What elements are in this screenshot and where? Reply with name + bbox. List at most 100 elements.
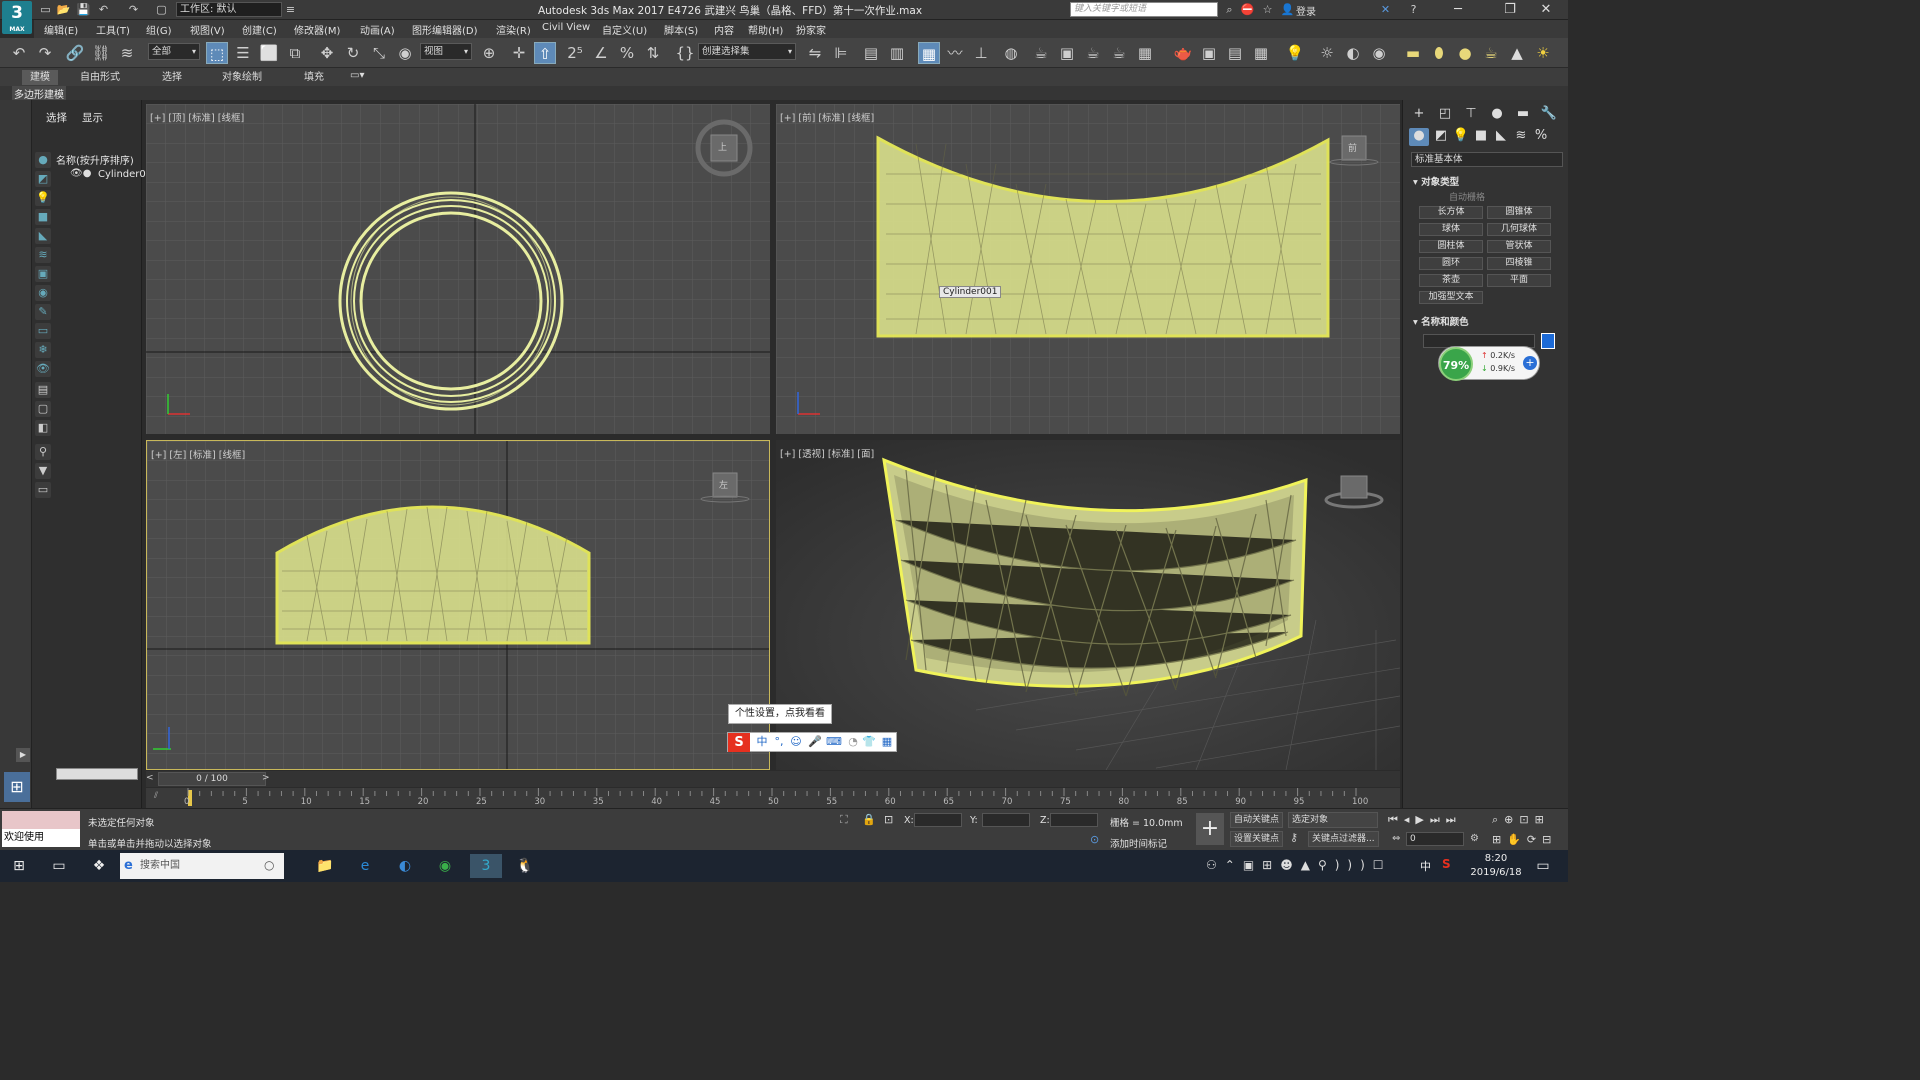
hidden-filter-icon[interactable]: 👁 [35,361,51,377]
z-coord-input[interactable] [1050,813,1098,827]
3dsmax-task-icon[interactable]: 3 [470,854,502,878]
spacewarps-category-icon[interactable]: ≋ [1511,128,1531,146]
ribbon-tab-freeform[interactable]: 自由形式 [72,70,128,85]
cameras-filter-icon[interactable]: ■ [35,209,51,225]
time-next-icon[interactable]: > [262,773,270,783]
se-column-header[interactable]: 名称(按升序排序) [56,152,134,167]
select-object-icon[interactable]: ⬚ [206,42,228,64]
y-coord-input[interactable] [982,813,1030,827]
render-production-icon[interactable]: ☕ [1082,42,1104,64]
display-tab-icon[interactable]: ▬ [1513,106,1533,124]
menu-item[interactable]: 动画(A) [360,22,395,37]
rendered-frame-icon[interactable]: ▣ [1056,42,1078,64]
windows-start-icon[interactable]: ⊞ [6,854,32,878]
helpers-filter-icon[interactable]: ◣ [35,228,51,244]
schematic-view-icon[interactable]: ⊥ [970,42,992,64]
project-folder-icon[interactable]: ▢ [154,2,169,17]
name-color-section-header[interactable]: ▾ 名称和颜色 [1413,314,1469,328]
lights-filter-icon[interactable]: 💡 [35,190,51,206]
ime-user-icon[interactable]: ◔ [846,734,860,750]
viewport-perspective[interactable]: [+] [透视] [标准] [面] [776,440,1400,770]
undo-button[interactable]: ↶ [8,42,30,64]
create-tab-icon[interactable]: + [1409,106,1429,124]
unlink-icon[interactable]: ⛓ [90,42,112,64]
workspace-menu-icon[interactable]: ≡ [283,2,298,17]
absolute-mode-icon[interactable]: ⊡ [884,813,893,826]
viewport-front[interactable]: [+] [前] [标准] [线框] 前 Cylinder001 [776,104,1400,434]
particles-filter-icon[interactable]: ❄ [35,342,51,358]
ime-language-indicator[interactable]: 中 [1420,858,1431,874]
menu-item[interactable]: Civil View [542,22,590,33]
ime-tooltip[interactable]: 个性设置，点我看看 [728,704,832,724]
xrefs-filter-icon[interactable]: ◉ [35,285,51,301]
taskbar-clock[interactable]: 8:20 2019/6/18 [1466,852,1526,880]
rotate-icon[interactable]: ↻ [342,42,364,64]
redo-icon[interactable]: ↷ [126,2,141,17]
menu-item[interactable]: 修改器(M) [294,22,340,37]
exchange-icon[interactable]: ✕ [1378,2,1393,17]
render-cloud-icon[interactable]: ▦ [1134,42,1156,64]
viewport-nav-controls-bottom[interactable]: ⊞✋⟳⊟ [1492,833,1557,846]
shapes-filter-icon[interactable]: ◩ [35,171,51,187]
ime-toolbox-icon[interactable]: ▦ [880,734,894,750]
menu-item[interactable]: 编辑(E) [44,22,78,37]
close-button[interactable]: ✕ [1524,0,1568,20]
browser2-icon[interactable]: ◉ [432,854,458,878]
ribbon-options-icon[interactable]: ▭▾ [350,70,364,81]
toggle-layer-explorer-icon[interactable]: ▥ [886,42,908,64]
file-explorer-icon[interactable]: 📁 [312,854,338,878]
spinner-snap-icon[interactable]: ⇅ [642,42,664,64]
render-message-icon[interactable]: ◉ [1368,42,1390,64]
object-color-swatch[interactable] [1541,333,1555,349]
scale-icon[interactable]: ⤡ [368,42,390,64]
object-type-section-header[interactable]: ▾ 对象类型 [1413,174,1459,188]
motion-tab-icon[interactable]: ● [1487,106,1507,124]
system-tray-icons[interactable]: ⚇⌃▣⊞☻▲⚲)))☐ [1206,858,1392,872]
time-config-icon[interactable]: ⚙ [1470,833,1479,844]
display-all-icon[interactable]: ▤ [35,382,51,398]
shapes-category-icon[interactable]: ◩ [1431,128,1451,146]
ime-mode-icon[interactable]: 中 [755,734,769,750]
viewport-layout-icon[interactable]: ⊞ [4,772,30,802]
select-by-name-icon[interactable]: ☰ [232,42,254,64]
geometry-category-icon[interactable]: ● [1409,128,1429,146]
snaps-toggle-icon[interactable]: 2⁵ [564,42,586,64]
ime-skin-icon[interactable]: 👕 [862,734,876,750]
align-icon[interactable]: ⊫ [830,42,852,64]
funnel-icon[interactable]: ▼ [35,463,51,479]
selection-filter-dropdown[interactable]: 全部 [148,43,200,60]
filter-icon[interactable]: ⚲ [35,444,51,460]
browser-icon[interactable]: ◐ [392,854,418,878]
toggle-ribbon-icon[interactable]: ▦ [918,42,940,64]
menu-item[interactable]: 工具(T) [96,22,130,37]
spacewarps-filter-icon[interactable]: ≋ [35,247,51,263]
time-tag-icon[interactable]: ⊙ [1090,833,1099,846]
current-frame-input[interactable]: 0 [1406,832,1464,846]
geosphere-button[interactable]: 几何球体 [1487,223,1551,236]
rect-selection-icon[interactable]: ⬜ [258,42,280,64]
layer-icon[interactable]: ▭ [35,482,51,498]
menu-item[interactable]: 帮助(H) [748,22,783,37]
poly-modeling-label[interactable]: 多边形建模 [12,86,66,101]
search-input[interactable]: 键入关键字或短语 [1070,2,1218,17]
lock-selection-icon[interactable]: 🔒 [862,813,876,826]
cameras-category-icon[interactable]: ■ [1471,128,1491,146]
named-selection-dropdown[interactable]: 创建选择集 [698,43,796,60]
track-bar[interactable]: ⫽ 0 5 10 15 20 25 30 35 40 45 50 55 60 65 70 75 80 85 90 95… [146,788,1400,808]
lights-category-icon[interactable]: 💡 [1451,128,1471,146]
help-icon[interactable]: ? [1406,2,1421,17]
se-tab-select[interactable]: 选择 [46,110,67,125]
select-manipulate-icon[interactable]: ✛ [508,42,530,64]
open-file-icon[interactable]: 📂 [56,2,71,17]
viewport-label-left[interactable]: [+] [左] [标准] [线框] [151,447,245,461]
menu-item[interactable]: 视图(V) [190,22,225,37]
render-iterative-icon[interactable]: ☕ [1108,42,1130,64]
exposure-icon[interactable]: ◐ [1342,42,1364,64]
net-plus-icon[interactable]: + [1523,356,1537,370]
menu-item[interactable]: 扮家家 [796,22,826,37]
viewport-nav-controls-top[interactable]: ⌕⊕⊡⊞ [1492,813,1550,827]
torus-button[interactable]: 圆环 [1419,257,1483,270]
percent-snap-icon[interactable]: % [616,42,638,64]
move-icon[interactable]: ✥ [316,42,338,64]
taskbar-search[interactable]: 搜索中国 [120,853,284,879]
